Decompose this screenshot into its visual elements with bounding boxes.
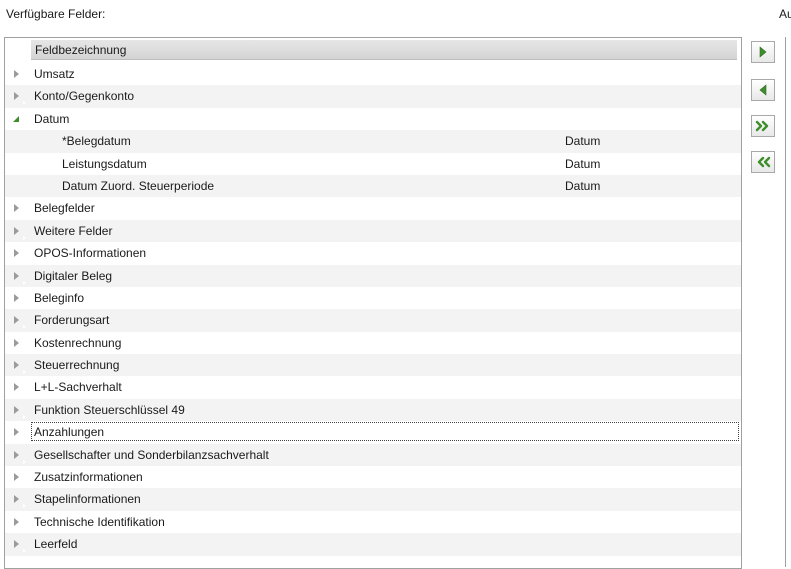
available-fields-label: Verfügbare Felder:	[6, 7, 106, 21]
tree-row-label: Datum Zuord. Steuerperiode	[62, 178, 215, 193]
tree-group-row[interactable]: Umsatz	[5, 63, 741, 85]
column-header-feldbezeichnung[interactable]: Feldbezeichnung	[31, 40, 737, 60]
tree-group-row[interactable]: Datum	[5, 108, 741, 130]
tree-row-type: Datum	[565, 156, 601, 171]
collapsed-triangle-icon[interactable]	[10, 246, 26, 263]
collapsed-triangle-icon[interactable]	[10, 492, 26, 509]
tree-group-row[interactable]: Funktion Steuerschlüssel 49	[5, 398, 741, 422]
tree-row-label: Leistungsdatum	[62, 156, 147, 171]
tree-group-row[interactable]: OPOS-Informationen	[5, 242, 741, 264]
tree-row-label: *Belegdatum	[62, 134, 131, 149]
collapsed-triangle-icon[interactable]	[10, 380, 26, 397]
collapsed-triangle-icon[interactable]	[10, 336, 26, 352]
tree-group-row[interactable]: Anzahlungen	[5, 421, 741, 443]
collapsed-triangle-icon[interactable]	[10, 537, 26, 554]
collapsed-triangle-icon[interactable]	[10, 515, 26, 531]
tree-row-label: Kostenrechnung	[34, 335, 122, 350]
tree-group-row[interactable]: Zusatzinformationen	[5, 466, 741, 488]
tree-field-row[interactable]: *Belegdatum Datum	[5, 130, 741, 153]
tree-row-type: Datum	[565, 134, 601, 149]
collapsed-triangle-icon[interactable]	[10, 269, 26, 285]
tree-row-label: OPOS-Informationen	[34, 246, 147, 261]
tree-row-label: Zusatzinformationen	[34, 470, 143, 485]
tree-group-row[interactable]: Digitaler Beleg	[5, 264, 741, 287]
focus-rectangle	[31, 422, 739, 442]
add-field-button[interactable]	[751, 41, 775, 63]
collapsed-triangle-icon[interactable]	[10, 470, 26, 487]
tree-group-row[interactable]: Stapelinformationen	[5, 488, 741, 511]
selected-fields-label: Au	[779, 7, 791, 21]
tree-row-label: Belegfelder	[34, 201, 95, 216]
tree-group-row[interactable]: Weitere Felder	[5, 219, 741, 243]
collapsed-triangle-icon[interactable]	[10, 224, 26, 240]
expanded-triangle-icon[interactable]	[10, 112, 22, 126]
tree-group-row[interactable]: Beleginfo	[5, 287, 741, 309]
collapsed-triangle-icon[interactable]	[10, 358, 26, 375]
column-header-label: Feldbezeichnung	[35, 43, 127, 57]
tree-row-type: Datum	[565, 178, 601, 193]
double-chevron-right-icon	[755, 120, 769, 132]
tree-group-row[interactable]: Technische Identifikation	[5, 511, 741, 533]
tree-row-label: Leerfeld	[34, 537, 78, 552]
collapsed-triangle-icon[interactable]	[10, 448, 26, 464]
remove-all-fields-button[interactable]	[751, 151, 775, 173]
tree-row-label: Forderungsart	[34, 313, 110, 328]
collapsed-triangle-icon[interactable]	[10, 67, 26, 83]
tree-row-label: Weitere Felder	[34, 223, 113, 238]
tree-row-label: Gesellschafter und Sonderbilanzsachverha…	[34, 447, 269, 462]
chevron-left-icon	[759, 84, 767, 96]
tree-row-label: Steuerrechnung	[34, 358, 120, 373]
tree-group-row[interactable]: Forderungsart	[5, 309, 741, 332]
tree-group-row[interactable]: Belegfelder	[5, 197, 741, 219]
tree-group-row[interactable]: Leerfeld	[5, 533, 741, 556]
tree-row-label: Datum	[34, 111, 70, 126]
available-fields-list[interactable]: Feldbezeichnung Umsatz Konto/Gegenkonto Da…	[4, 37, 742, 569]
tree-row-label: Technische Identifikation	[34, 514, 165, 529]
tree-field-row[interactable]: Leistungsdatum Datum	[5, 153, 741, 175]
tree-group-row[interactable]: Gesellschafter und Sonderbilanzsachverha…	[5, 443, 741, 467]
tree-row-label: Konto/Gegenkonto	[34, 89, 135, 104]
collapsed-triangle-icon[interactable]	[10, 403, 26, 419]
tree-row-label: Stapelinformationen	[34, 492, 141, 507]
tree-group-row[interactable]: Kostenrechnung	[5, 332, 741, 354]
field-tree: Umsatz Konto/Gegenkonto Datum *Belegdatum Da…	[5, 63, 741, 556]
chevron-right-icon	[759, 46, 767, 58]
collapsed-triangle-icon[interactable]	[10, 201, 26, 218]
collapsed-triangle-icon[interactable]	[10, 291, 26, 307]
selected-fields-list[interactable]	[785, 37, 791, 567]
tree-row-label: Beleginfo	[34, 290, 85, 305]
tree-group-row[interactable]: L+L-Sachverhalt	[5, 376, 741, 398]
tree-row-label: Digitaler Beleg	[34, 268, 113, 283]
collapsed-triangle-icon[interactable]	[10, 89, 26, 106]
remove-field-button[interactable]	[751, 79, 775, 101]
tree-field-row[interactable]: Datum Zuord. Steuerperiode Datum	[5, 174, 741, 198]
double-chevron-left-icon	[757, 156, 771, 168]
collapsed-triangle-icon[interactable]	[10, 425, 26, 442]
tree-group-row[interactable]: Steuerrechnung	[5, 354, 741, 377]
tree-row-label: L+L-Sachverhalt	[34, 380, 122, 395]
collapsed-triangle-icon[interactable]	[10, 313, 26, 330]
tree-row-label: Umsatz	[34, 67, 75, 81]
tree-group-row[interactable]: Konto/Gegenkonto	[5, 85, 741, 108]
tree-row-label: Funktion Steuerschlüssel 49	[34, 402, 185, 417]
add-all-fields-button[interactable]	[751, 115, 775, 137]
